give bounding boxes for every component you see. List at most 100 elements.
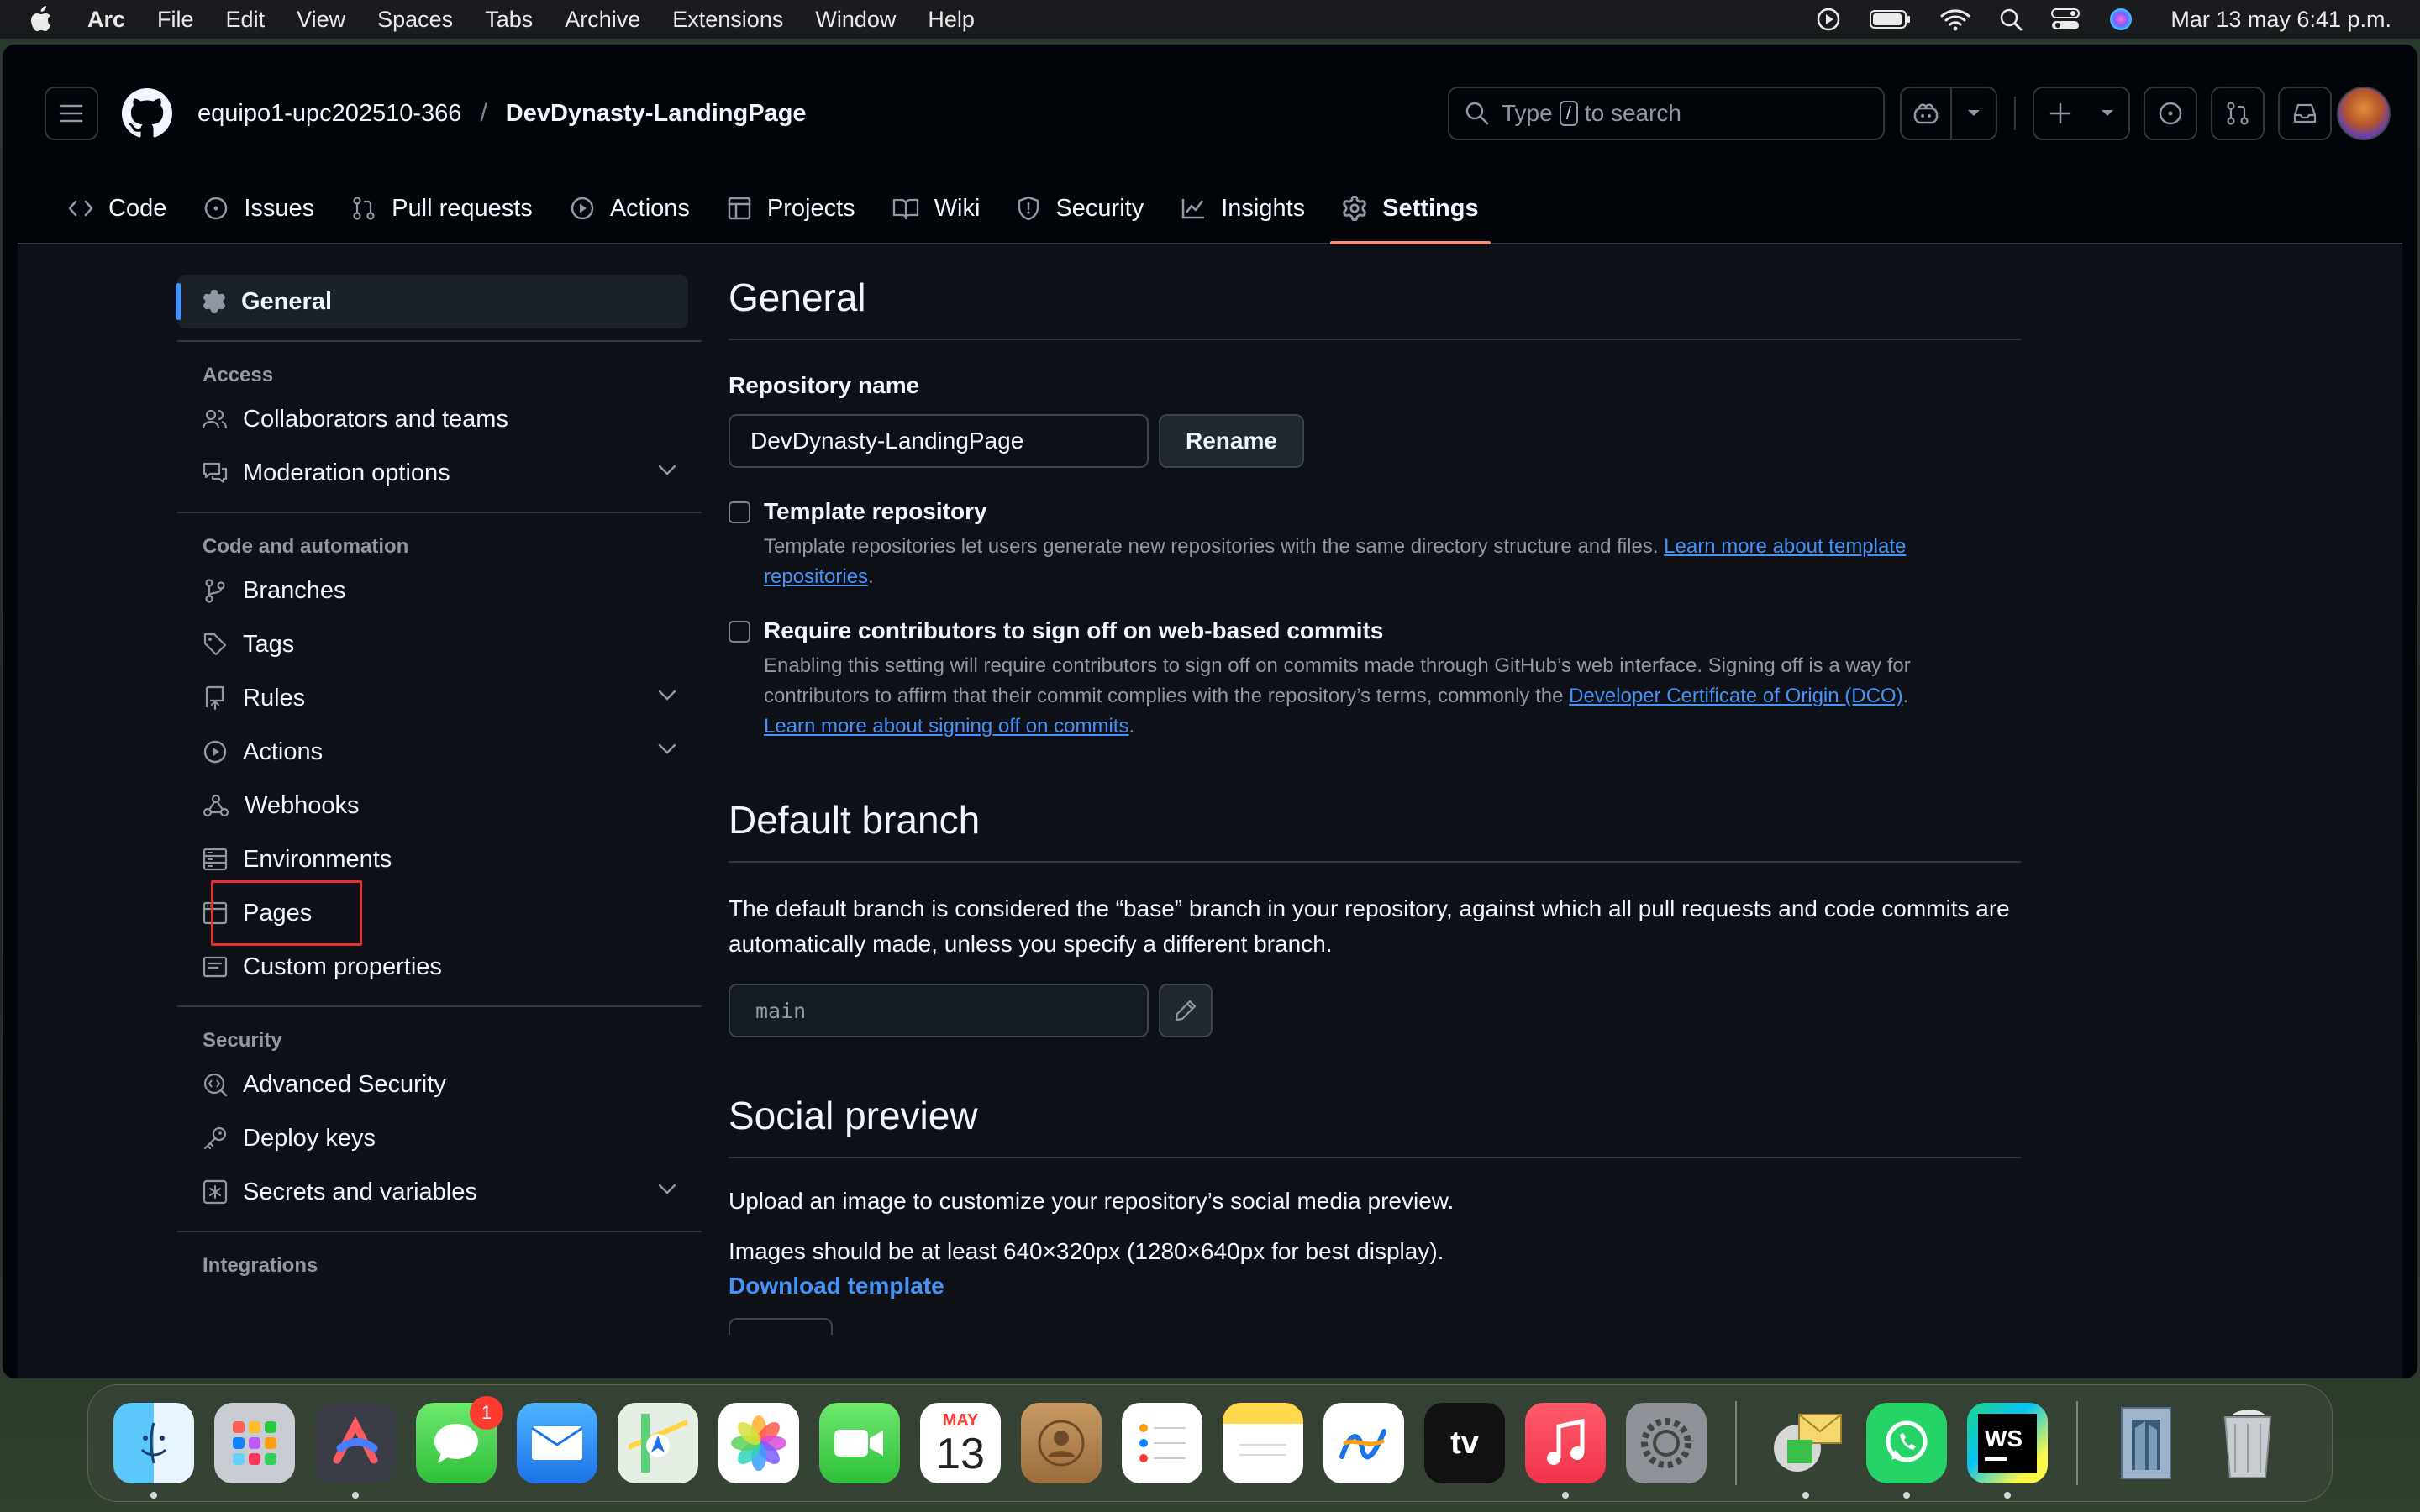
battery-icon[interactable] — [1870, 8, 1912, 30]
reminders-icon[interactable] — [1122, 1403, 1202, 1483]
control-center-icon[interactable] — [2051, 8, 2081, 31]
sidebar-item-secrets-variables[interactable]: Secrets and variables — [177, 1165, 702, 1219]
menu-extensions[interactable]: Extensions — [672, 7, 783, 33]
sidebar-item-label: Deploy keys — [243, 1124, 376, 1152]
signoff-checkbox[interactable] — [729, 621, 750, 643]
sidebar-item-rules[interactable]: Rules — [177, 671, 702, 725]
sidebar-item-branches[interactable]: Branches — [177, 564, 702, 617]
hamburger-menu-button[interactable] — [45, 87, 98, 140]
menu-clock[interactable]: Mar 13 may 6:41 p.m. — [2170, 7, 2391, 33]
sidebar-item-advanced-security[interactable]: Advanced Security — [177, 1058, 702, 1111]
siri-icon[interactable] — [2108, 7, 2133, 32]
github-logo-icon[interactable] — [122, 88, 172, 139]
menu-archive[interactable]: Archive — [565, 7, 640, 33]
dco-link[interactable]: Developer Certificate of Origin (DCO) — [1569, 685, 1902, 707]
search-input[interactable]: Type / to search — [1448, 87, 1885, 140]
sidebar-item-actions[interactable]: Actions — [177, 725, 702, 779]
contacts-icon[interactable] — [1021, 1403, 1102, 1483]
play-status-icon[interactable] — [1816, 7, 1841, 32]
downloads-folder-icon[interactable] — [2107, 1403, 2187, 1483]
menu-spaces[interactable]: Spaces — [377, 7, 453, 33]
tab-actions[interactable]: Actions — [558, 182, 702, 234]
sidebar-item-general[interactable]: General — [176, 275, 688, 328]
menu-edit[interactable]: Edit — [226, 7, 266, 33]
learn-more-signoff-link[interactable]: Learn more about signing off on commits — [764, 715, 1128, 738]
tab-security[interactable]: Security — [1005, 182, 1155, 234]
tab-projects[interactable]: Projects — [715, 182, 867, 234]
menu-file[interactable]: File — [157, 7, 194, 33]
apple-tv-icon[interactable]: tv — [1424, 1403, 1505, 1483]
webstorm-icon[interactable]: WS — [1967, 1403, 2048, 1499]
sidebar-item-label: Moderation options — [243, 459, 450, 486]
tab-wiki[interactable]: Wiki — [881, 182, 992, 234]
finder-icon[interactable] — [113, 1403, 194, 1499]
notes-icon[interactable] — [1223, 1403, 1303, 1483]
sidebar-item-label: Rules — [243, 684, 306, 711]
mail-tool-icon[interactable] — [1765, 1403, 1846, 1499]
sidebar-item-webhooks[interactable]: Webhooks — [177, 779, 702, 832]
menu-view[interactable]: View — [297, 7, 345, 33]
tab-code[interactable]: Code — [56, 182, 178, 234]
facetime-icon[interactable] — [819, 1403, 900, 1483]
apple-menu-icon[interactable] — [29, 5, 54, 34]
sidebar-item-label: Custom properties — [243, 953, 442, 980]
menu-window[interactable]: Window — [815, 7, 896, 33]
whatsapp-icon[interactable] — [1866, 1403, 1947, 1499]
server-icon — [203, 848, 228, 871]
spotlight-icon[interactable] — [1999, 8, 2023, 31]
repo-owner-link[interactable]: equipo1-upc202510-366 — [197, 100, 461, 128]
issues-button[interactable] — [2144, 87, 2197, 140]
sidebar-item-tags[interactable]: Tags — [177, 617, 702, 671]
freeform-icon[interactable] — [1323, 1403, 1404, 1483]
sidebar-item-collaborators[interactable]: Collaborators and teams — [177, 392, 702, 446]
tab-settings[interactable]: Settings — [1330, 182, 1491, 244]
tab-pull-requests[interactable]: Pull requests — [339, 182, 544, 234]
sidebar-item-pages[interactable]: Pages — [177, 880, 702, 946]
copilot-icon[interactable] — [1902, 88, 1952, 139]
edit-default-branch-button[interactable] — [1159, 984, 1213, 1037]
copilot-button[interactable] — [1900, 87, 1997, 140]
system-settings-icon[interactable] — [1626, 1403, 1707, 1483]
menu-help[interactable]: Help — [928, 7, 975, 33]
template-repository-option: Template repository Template repositorie… — [729, 498, 2021, 592]
hamburger-icon — [60, 104, 83, 123]
running-indicator — [2004, 1492, 2011, 1499]
sidebar-item-deploy-keys[interactable]: Deploy keys — [177, 1111, 702, 1165]
pull-requests-button[interactable] — [2211, 87, 2265, 140]
sidebar-item-custom-properties[interactable]: Custom properties — [177, 940, 702, 994]
music-icon[interactable] — [1525, 1403, 1606, 1499]
rename-button[interactable]: Rename — [1159, 414, 1304, 468]
tab-insights[interactable]: Insights — [1169, 182, 1317, 234]
sidebar-item-environments[interactable]: Environments — [177, 832, 702, 886]
pull-request-icon — [353, 197, 375, 220]
running-indicator — [1562, 1492, 1569, 1499]
messages-icon[interactable]: 1 — [416, 1396, 503, 1483]
user-avatar[interactable] — [2337, 87, 2391, 140]
launchpad-icon[interactable] — [214, 1403, 295, 1483]
calendar-icon[interactable]: MAY 13 — [920, 1403, 1001, 1483]
edit-button-partial[interactable] — [729, 1318, 833, 1335]
chevron-down-icon — [658, 743, 676, 754]
repo-name-link[interactable]: DevDynasty-LandingPage — [506, 100, 807, 128]
maps-icon[interactable] — [618, 1403, 698, 1483]
mail-icon[interactable] — [517, 1403, 597, 1483]
sidebar-item-moderation[interactable]: Moderation options — [177, 446, 702, 500]
sidebar-item-label: Branches — [243, 576, 346, 604]
menu-app-name[interactable]: Arc — [87, 7, 125, 33]
repo-tab-nav: Code Issues Pull requests Actions Projec… — [56, 182, 1504, 244]
wifi-icon[interactable] — [1940, 8, 1970, 31]
photos-icon[interactable] — [718, 1403, 799, 1483]
tab-issues[interactable]: Issues — [192, 182, 326, 234]
download-template-link[interactable]: Download template — [729, 1273, 2021, 1299]
repository-name-input[interactable]: DevDynasty-LandingPage — [729, 414, 1149, 468]
template-repository-checkbox[interactable] — [729, 501, 750, 523]
create-new-button[interactable] — [2033, 87, 2130, 140]
copilot-dropdown-icon[interactable] — [1952, 109, 1996, 118]
arc-browser-icon[interactable] — [315, 1403, 396, 1499]
social-preview-title: Social preview — [729, 1093, 2021, 1158]
inbox-button[interactable] — [2278, 87, 2332, 140]
page-title: General — [729, 275, 2021, 340]
sidebar-item-label: Webhooks — [245, 791, 360, 819]
menu-tabs[interactable]: Tabs — [485, 7, 533, 33]
trash-icon[interactable] — [2207, 1403, 2288, 1483]
